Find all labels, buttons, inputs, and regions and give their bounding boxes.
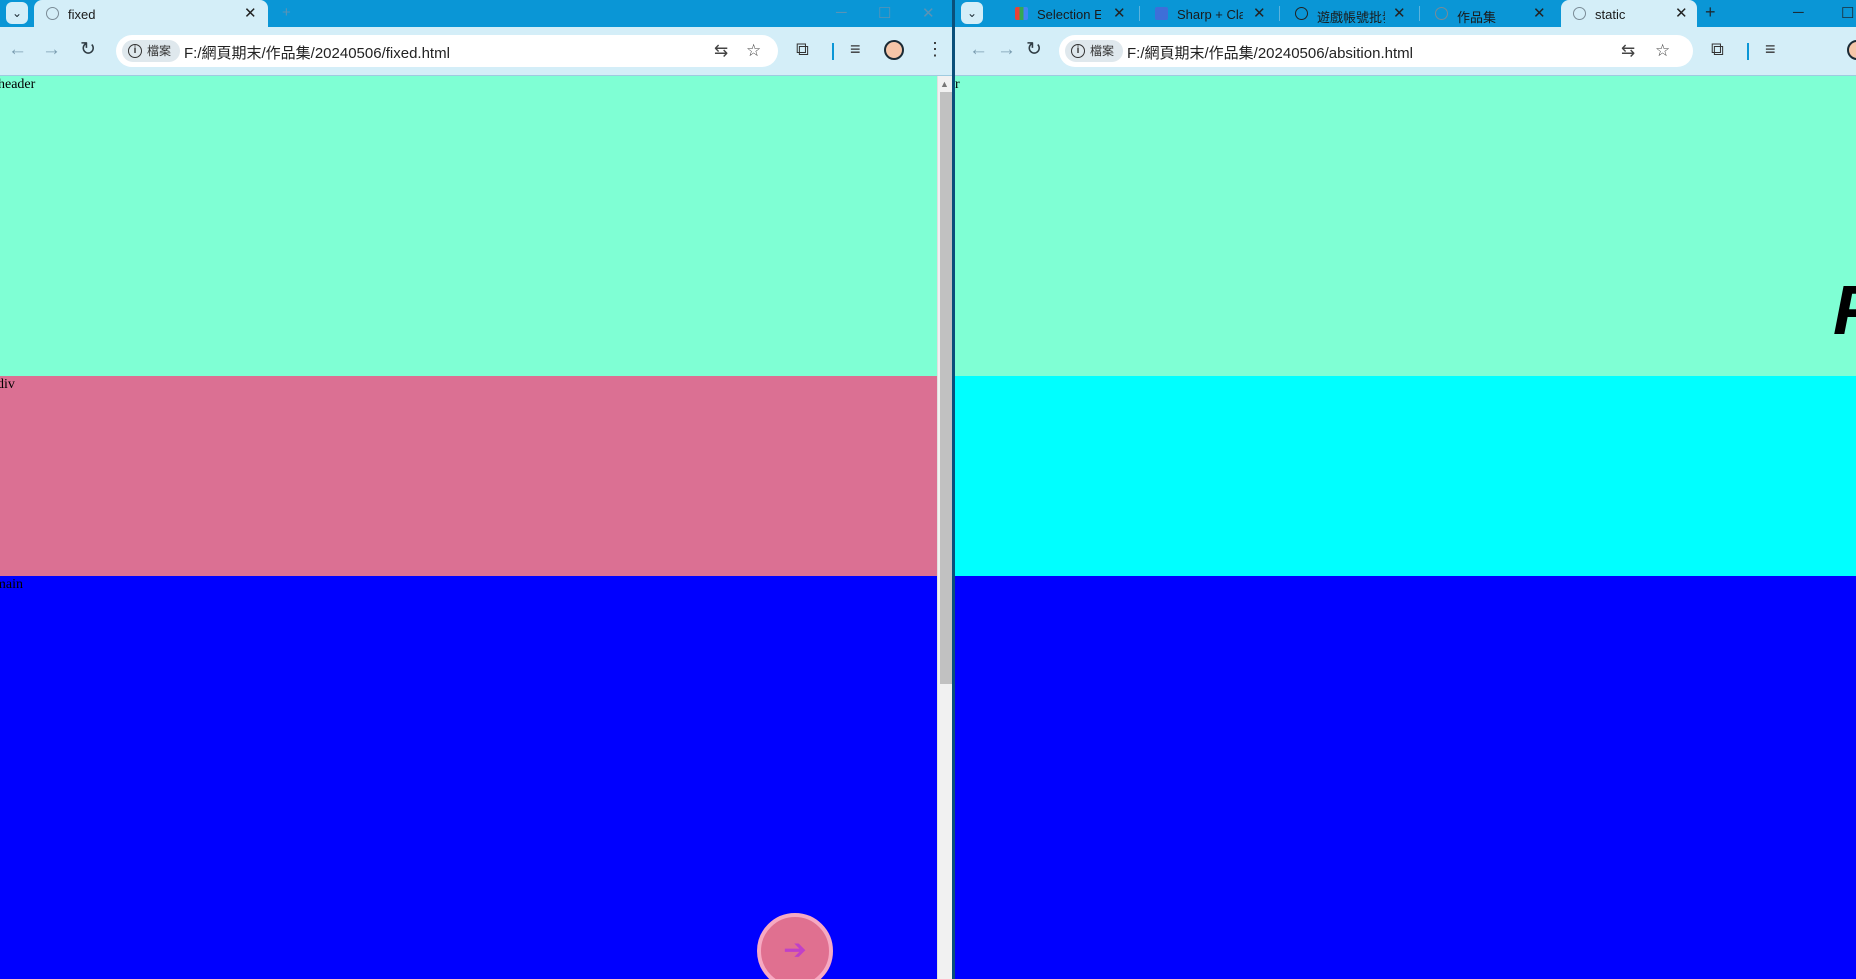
close-icon[interactable]: ✕ bbox=[1393, 4, 1406, 22]
tab-title: 作品集 bbox=[1457, 10, 1497, 25]
url-text: F:/網頁期末/作品集/20240506/fixed.html bbox=[184, 45, 450, 62]
new-tab-button[interactable]: + bbox=[282, 4, 291, 21]
tab-sharp[interactable]: Sharp + Cla ✕ bbox=[1143, 0, 1273, 27]
address-bar[interactable]: i 檔案 F:/網頁期末/作品集/20240506/fixed.html ⇆ ☆ bbox=[116, 35, 778, 67]
header-section: header bbox=[0, 76, 937, 376]
close-icon[interactable]: ✕ bbox=[1253, 4, 1266, 22]
div-label: div bbox=[0, 377, 15, 392]
fixed-round-button[interactable]: ➔ bbox=[757, 913, 833, 979]
globe-icon bbox=[1435, 7, 1448, 20]
tab-title: fixed bbox=[68, 7, 96, 22]
extensions-icon[interactable]: ⧉ bbox=[1711, 39, 1724, 60]
maximize-button[interactable]: ☐ bbox=[878, 4, 891, 22]
tab-title: Sharp + Cla bbox=[1177, 7, 1243, 22]
scrollbar[interactable]: ▲ bbox=[937, 76, 952, 979]
translate-icon[interactable]: ⇆ bbox=[1621, 41, 1635, 61]
right-browser-window: ⌄ Selection En ✕ Sharp + Cla ✕ 遊戲帳號批發 ✕ … bbox=[955, 0, 1856, 979]
globe-icon bbox=[46, 7, 59, 20]
left-browser-window: ⌄ fixed ✕ + ─ ☐ ✕ ← → ↻ i 檔案 F:/網頁期末/作品集/… bbox=[0, 0, 952, 979]
address-bar[interactable]: i 檔案 F:/網頁期末/作品集/20240506/absition.html ⇆… bbox=[1059, 35, 1693, 67]
div-section: div bbox=[0, 376, 937, 576]
extensions-icon[interactable]: ⧉ bbox=[796, 39, 809, 60]
tab-game-account[interactable]: 遊戲帳號批發 ✕ bbox=[1283, 0, 1413, 27]
new-tab-button[interactable]: + bbox=[1705, 2, 1716, 23]
tab-separator bbox=[1139, 6, 1140, 21]
tab-title: static bbox=[1595, 7, 1626, 22]
translate-icon[interactable]: ⇆ bbox=[714, 41, 728, 61]
forward-arrow-icon[interactable]: → bbox=[42, 40, 61, 60]
tab-static[interactable]: static ✕ bbox=[1561, 0, 1697, 27]
scrollbar-thumb[interactable] bbox=[940, 92, 952, 684]
chip-label: 檔案 bbox=[1090, 44, 1115, 58]
window-close-button[interactable]: ✕ bbox=[922, 4, 935, 22]
close-icon[interactable]: ✕ bbox=[244, 4, 257, 22]
tab-search-button[interactable]: ⌄ bbox=[961, 2, 983, 24]
menu-icon[interactable]: ⋮ bbox=[926, 39, 944, 60]
tab-selection[interactable]: Selection En ✕ bbox=[1003, 0, 1133, 27]
reload-icon[interactable]: ↻ bbox=[80, 40, 96, 60]
chatgpt-icon bbox=[1295, 7, 1308, 20]
site-info-chip[interactable]: i 檔案 bbox=[1065, 40, 1124, 62]
info-icon: i bbox=[128, 44, 142, 58]
bookmark-star-icon[interactable]: ☆ bbox=[746, 41, 761, 61]
main-label: main bbox=[0, 577, 23, 592]
large-heading-text: P bbox=[1833, 270, 1856, 350]
tab-fixed[interactable]: fixed ✕ bbox=[34, 0, 268, 27]
globe-icon bbox=[1573, 7, 1586, 20]
tab-strip: ⌄ fixed ✕ + ─ ☐ ✕ bbox=[0, 0, 952, 27]
page-content: r P bbox=[955, 76, 1856, 979]
app-icon bbox=[1155, 7, 1168, 20]
tab-title: 遊戲帳號批發 bbox=[1317, 10, 1385, 25]
header-section: r P bbox=[955, 76, 1856, 376]
tab-title: Selection En bbox=[1037, 7, 1101, 22]
toolbar-separator bbox=[832, 43, 834, 60]
tab-separator bbox=[1419, 6, 1420, 21]
chip-label: 檔案 bbox=[147, 44, 172, 58]
minimize-button[interactable]: ─ bbox=[836, 4, 847, 21]
back-arrow-icon[interactable]: ← bbox=[969, 40, 988, 60]
arrow-right-icon: ➔ bbox=[783, 934, 807, 965]
avatar[interactable] bbox=[884, 40, 904, 60]
bookmark-star-icon[interactable]: ☆ bbox=[1655, 41, 1670, 61]
site-info-chip[interactable]: i 檔案 bbox=[122, 40, 181, 62]
header-label: header bbox=[0, 77, 36, 92]
header-label: r bbox=[955, 77, 960, 92]
main-section bbox=[955, 576, 1856, 979]
minimize-button[interactable]: ─ bbox=[1793, 4, 1804, 21]
reload-icon[interactable]: ↻ bbox=[1026, 40, 1042, 60]
static-section bbox=[955, 376, 1856, 576]
maximize-button[interactable]: ☐ bbox=[1841, 4, 1854, 22]
close-icon[interactable]: ✕ bbox=[1533, 4, 1546, 22]
info-icon: i bbox=[1071, 44, 1085, 58]
url-text: F:/網頁期末/作品集/20240506/absition.html bbox=[1127, 45, 1413, 62]
tab-separator bbox=[1279, 6, 1280, 21]
close-icon[interactable]: ✕ bbox=[1675, 4, 1688, 22]
page-content: header div main bbox=[0, 76, 952, 979]
tab-portfolio[interactable]: 作品集 ✕ bbox=[1423, 0, 1553, 27]
media-controls-icon[interactable]: ≡ bbox=[1765, 39, 1776, 60]
app-icon bbox=[1015, 7, 1028, 20]
scroll-up-arrow-icon[interactable]: ▲ bbox=[940, 79, 949, 89]
tab-strip: ⌄ Selection En ✕ Sharp + Cla ✕ 遊戲帳號批發 ✕ … bbox=[955, 0, 1856, 27]
forward-arrow-icon[interactable]: → bbox=[997, 40, 1016, 60]
media-controls-icon[interactable]: ≡ bbox=[850, 39, 861, 60]
tab-search-button[interactable]: ⌄ bbox=[6, 2, 28, 24]
toolbar-separator bbox=[1747, 43, 1749, 60]
close-icon[interactable]: ✕ bbox=[1113, 4, 1126, 22]
back-arrow-icon[interactable]: ← bbox=[8, 40, 27, 60]
